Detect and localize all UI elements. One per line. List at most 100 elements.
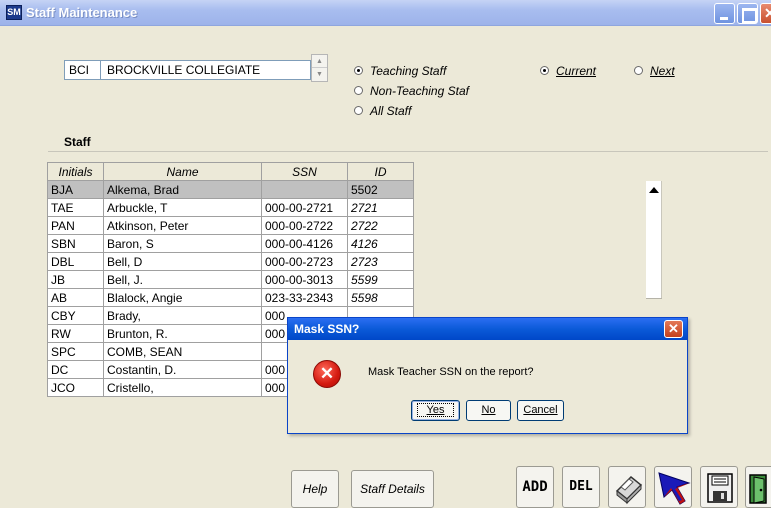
select-pointer-button[interactable] (654, 466, 692, 508)
cell-id[interactable]: 5599 (347, 270, 414, 289)
title-bar[interactable]: SM Staff Maintenance (0, 0, 771, 26)
cell-name[interactable]: COMB, SEAN (103, 342, 262, 361)
cell-ssn[interactable]: 023-33-2343 (261, 288, 348, 307)
yes-label: Yes (416, 403, 455, 417)
cell-initials[interactable]: TAE (47, 198, 104, 217)
cell-name[interactable]: Alkema, Brad (103, 180, 262, 199)
cell-ssn[interactable]: 000-00-3013 (261, 270, 348, 289)
column-header-initials[interactable]: Initials (47, 162, 104, 181)
add-button[interactable]: ADD (516, 466, 554, 508)
grid-scrollbar[interactable] (646, 181, 662, 299)
cell-initials[interactable]: PAN (47, 216, 104, 235)
table-row[interactable]: DBL Bell, D 000-00-2723 2723 (47, 252, 414, 271)
exit-button[interactable] (745, 466, 771, 508)
dialog-close-button[interactable]: ✕ (664, 320, 683, 338)
scroll-up-icon[interactable] (649, 187, 659, 193)
radio-label: Teaching Staff (370, 64, 447, 78)
no-button[interactable]: No (466, 400, 511, 421)
cell-ssn[interactable]: 000-00-2723 (261, 252, 348, 271)
cell-initials[interactable]: AB (47, 288, 104, 307)
radio-all-staff[interactable]: All Staff (354, 104, 411, 118)
radio-selected-icon (354, 66, 363, 75)
radio-current[interactable]: Current (540, 64, 596, 78)
cell-name[interactable]: Costantin, D. (103, 360, 262, 379)
radio-non-teaching-staff[interactable]: Non-Teaching Staf (354, 84, 469, 98)
cell-name[interactable]: Bell, J. (103, 270, 262, 289)
exit-door-icon (749, 474, 767, 504)
staff-maintenance-window: SM Staff Maintenance BCI BROCKVILLE COLL… (0, 0, 771, 508)
radio-unselected-icon (354, 86, 363, 95)
cell-id[interactable]: 5598 (347, 288, 414, 307)
cell-name[interactable]: Arbuckle, T (103, 198, 262, 217)
radio-selected-icon (540, 66, 549, 75)
cell-id[interactable]: 2721 (347, 198, 414, 217)
school-spinner[interactable]: ▲ ▼ (311, 54, 328, 82)
radio-teaching-staff[interactable]: Teaching Staff (354, 64, 446, 78)
no-label: No (481, 404, 496, 416)
maximize-button[interactable] (737, 3, 758, 24)
cell-id[interactable]: 4126 (347, 234, 414, 253)
radio-unselected-icon (354, 106, 363, 115)
section-divider (48, 151, 768, 152)
cell-initials[interactable]: RW (47, 324, 104, 343)
scrollbar-edge (646, 298, 662, 299)
cell-initials[interactable]: DC (47, 360, 104, 379)
cell-id[interactable]: 5502 (347, 180, 414, 199)
cell-initials[interactable]: SBN (47, 234, 104, 253)
cancel-label: Cancel (523, 404, 558, 416)
radio-unselected-icon (634, 66, 643, 75)
cell-initials[interactable]: JCO (47, 378, 104, 397)
staff-section-label: Staff (64, 135, 91, 149)
cell-initials[interactable]: CBY (47, 306, 104, 325)
cell-initials[interactable]: JB (47, 270, 104, 289)
cell-name[interactable]: Atkinson, Peter (103, 216, 262, 235)
cell-name[interactable]: Brunton, R. (103, 324, 262, 343)
dialog-title: Mask SSN? (294, 322, 360, 336)
radio-label: Current (556, 64, 597, 78)
cell-ssn[interactable]: 000-00-2722 (261, 216, 348, 235)
cursor-arrow-icon (658, 472, 691, 505)
column-header-name[interactable]: Name (103, 162, 262, 181)
dialog-title-bar[interactable]: Mask SSN? (288, 318, 687, 340)
cell-ssn[interactable]: 000-00-2721 (261, 198, 348, 217)
school-code: BCI (65, 61, 101, 79)
table-row[interactable]: JB Bell, J. 000-00-3013 5599 (47, 270, 414, 289)
cell-ssn[interactable]: 000-00-4126 (261, 234, 348, 253)
cancel-button[interactable]: Cancel (517, 400, 564, 421)
minimize-button[interactable] (714, 3, 735, 24)
cell-initials[interactable]: BJA (47, 180, 104, 199)
cell-name[interactable]: Bell, D (103, 252, 262, 271)
cell-ssn[interactable] (261, 180, 348, 199)
school-selector[interactable]: BCI BROCKVILLE COLLEGIATE (64, 60, 311, 80)
table-row[interactable]: SBN Baron, S 000-00-4126 4126 (47, 234, 414, 253)
table-row[interactable]: TAE Arbuckle, T 000-00-2721 2721 (47, 198, 414, 217)
delete-button[interactable]: DEL (562, 466, 600, 508)
table-row[interactable]: AB Blalock, Angie 023-33-2343 5598 (47, 288, 414, 307)
spin-up-icon[interactable]: ▲ (312, 55, 327, 68)
radio-label: All Staff (370, 104, 412, 118)
radio-next[interactable]: Next (634, 64, 675, 78)
column-header-id[interactable]: ID (347, 162, 414, 181)
print-button[interactable] (608, 466, 646, 508)
radio-label: Next (650, 64, 675, 78)
table-row[interactable]: BJA Alkema, Brad 5502 (47, 180, 414, 199)
cell-name[interactable]: Brady, (103, 306, 262, 325)
spin-down-icon[interactable]: ▼ (312, 68, 327, 81)
error-icon: ✕ (313, 360, 341, 388)
cell-id[interactable]: 2723 (347, 252, 414, 271)
dialog-message: Mask Teacher SSN on the report? (368, 366, 534, 378)
close-window-button[interactable] (760, 3, 771, 24)
cell-initials[interactable]: SPC (47, 342, 104, 361)
help-button[interactable]: Help (291, 470, 339, 508)
cell-name[interactable]: Blalock, Angie (103, 288, 262, 307)
column-header-ssn[interactable]: SSN (261, 162, 348, 181)
cell-name[interactable]: Baron, S (103, 234, 262, 253)
table-row[interactable]: PAN Atkinson, Peter 000-00-2722 2722 (47, 216, 414, 235)
cell-id[interactable]: 2722 (347, 216, 414, 235)
cell-initials[interactable]: DBL (47, 252, 104, 271)
staff-details-button[interactable]: Staff Details (351, 470, 434, 508)
yes-button[interactable]: Yes (411, 400, 460, 421)
save-button[interactable] (700, 466, 738, 508)
cell-name[interactable]: Cristello, (103, 378, 262, 397)
floppy-save-icon (707, 473, 733, 503)
